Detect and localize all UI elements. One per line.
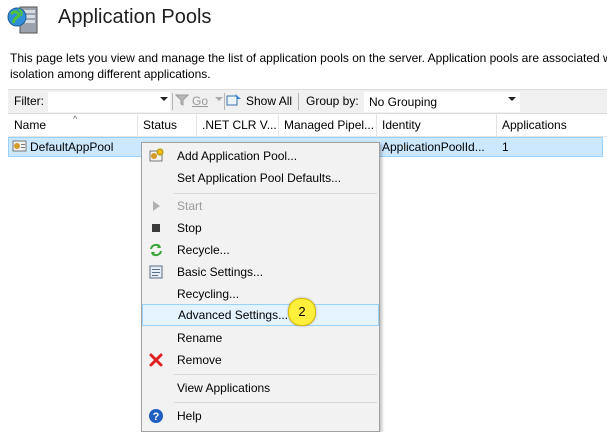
cell-applications: 1 [502,140,509,154]
menu-item-label: Remove [177,353,222,367]
menu-item-label: Set Application Pool Defaults... [177,171,342,185]
menu-item-label: Recycling... [177,287,240,301]
column-header-name[interactable]: Name [14,118,134,132]
column-header-status[interactable]: Status [143,118,198,132]
recycle-icon [148,242,164,258]
menu-item-start[interactable]: Start [142,195,379,217]
help-icon: ? [148,408,164,424]
toolbar-divider [298,93,299,110]
group-by-dropdown-arrow-icon[interactable] [508,97,516,101]
column-divider[interactable] [137,114,138,136]
column-header-clr-version[interactable]: .NET CLR V... [202,118,278,132]
toolbar-divider [224,93,225,110]
group-by-value: No Grouping [369,95,438,109]
menu-item-label: Rename [177,331,223,345]
description-line-1: This page lets you view and manage the l… [10,51,607,65]
toolbar-divider [172,93,173,110]
column-header-managed-pipeline[interactable]: Managed Pipel... [284,118,376,132]
description-line-2: isolation among different applications. [10,67,211,81]
app-pool-icon [12,139,28,156]
filter-label: Filter: [14,94,44,108]
cell-identity: ApplicationPoolId... [382,140,485,154]
remove-x-icon [148,352,164,368]
menu-item-label: View Applications [177,381,271,395]
column-header-applications[interactable]: Applications [502,118,602,132]
menu-separator [174,402,377,403]
group-by-label: Group by: [306,94,359,108]
menu-item-view-applications[interactable]: View Applications [142,377,379,399]
go-label: Go [192,94,209,108]
go-button[interactable]: Go [192,94,208,108]
menu-item-recycle[interactable]: Recycle... [142,239,379,261]
show-all-button[interactable]: Show All [246,94,292,108]
add-app-pool-icon [148,148,164,164]
menu-item-label: Stop [177,221,202,235]
menu-separator [174,374,377,375]
menu-item-label: Start [177,199,203,213]
column-header-identity[interactable]: Identity [382,118,492,132]
column-divider[interactable] [196,114,197,136]
menu-item-basic-settings[interactable]: Basic Settings... [142,261,379,283]
stop-icon [148,220,164,236]
menu-item-stop[interactable]: Stop [142,217,379,239]
menu-item-help[interactable]: ? Help [142,405,379,427]
menu-separator [174,193,377,194]
cell-name[interactable]: DefaultAppPool [30,140,130,154]
menu-item-label: Basic Settings... [177,265,264,279]
group-by-select[interactable]: No Grouping [364,92,520,112]
filter-input[interactable] [48,92,170,112]
filter-toolbar: Filter: Go Show All Group by: No Groupin… [8,89,607,114]
play-icon [148,198,164,214]
menu-item-label: Recycle... [177,243,230,257]
column-divider[interactable] [376,114,377,136]
menu-item-set-defaults[interactable]: Set Application Pool Defaults... [142,167,379,189]
svg-text:?: ? [153,411,160,423]
step-number-badge: 2 [288,298,316,326]
column-divider[interactable] [496,114,497,136]
go-dropdown-arrow-icon[interactable] [215,97,223,101]
menu-item-advanced-settings[interactable]: Advanced Settings... [142,304,379,326]
page-title: Application Pools [58,6,212,28]
settings-sheet-icon [148,264,164,280]
menu-item-label: Add Application Pool... [177,149,298,163]
app-pools-server-globe-icon [6,4,40,36]
filter-dropdown-arrow-icon[interactable] [160,97,168,101]
menu-item-label: Advanced Settings... [178,308,289,322]
menu-item-add-application-pool[interactable]: Add Application Pool... [142,145,379,167]
menu-item-recycling[interactable]: Recycling... [142,283,379,305]
menu-item-label: Help [177,409,202,423]
show-all-icon [226,93,242,110]
funnel-icon [174,93,190,110]
column-divider[interactable] [278,114,279,136]
context-menu: Add Application Pool... Set Application … [141,142,380,432]
grid-header: ^ Name Status .NET CLR V... Managed Pipe… [8,114,607,137]
page-description: This page lets you view and manage the l… [10,50,607,82]
menu-item-rename[interactable]: Rename [142,327,379,349]
menu-item-remove[interactable]: Remove [142,349,379,371]
